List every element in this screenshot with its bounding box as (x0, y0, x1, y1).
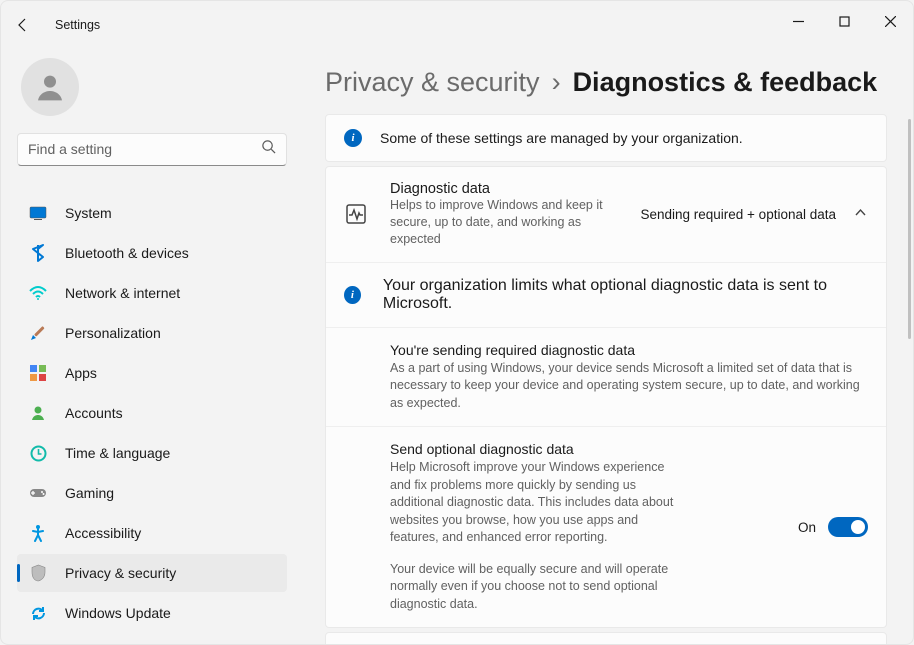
nav-label: Accessibility (65, 525, 141, 541)
search-icon (261, 139, 276, 159)
shield-icon (29, 564, 47, 582)
personalization-icon (29, 324, 47, 342)
inking-header[interactable]: Improve inking and typing Send optional … (326, 633, 886, 644)
optional-diagnostic-block: Send optional diagnostic data Help Micro… (326, 426, 886, 627)
nav-label: Privacy & security (65, 565, 176, 581)
required-diagnostic-block: You're sending required diagnostic data … (326, 327, 886, 427)
optional-desc: Help Microsoft improve your Windows expe… (390, 459, 675, 547)
nav-privacy[interactable]: Privacy & security (17, 554, 287, 592)
window-controls (775, 1, 913, 41)
nav-label: Network & internet (65, 285, 180, 301)
diagnostic-icon (344, 203, 368, 225)
page-title: Diagnostics & feedback (573, 67, 878, 98)
nav-label: Gaming (65, 485, 114, 501)
search-field[interactable] (28, 141, 253, 157)
org-limits-banner: i Your organization limits what optional… (326, 262, 886, 327)
window-title: Settings (55, 18, 100, 32)
maximize-button[interactable] (821, 1, 867, 41)
nav-time[interactable]: Time & language (17, 434, 287, 472)
time-icon (29, 444, 47, 462)
back-button[interactable] (15, 17, 43, 33)
nav-label: Apps (65, 365, 97, 381)
required-desc: As a part of using Windows, your device … (390, 360, 860, 413)
scrollbar[interactable] (908, 119, 911, 339)
breadcrumb: Privacy & security › Diagnostics & feedb… (325, 67, 887, 98)
diagnostic-desc: Helps to improve Windows and keep it sec… (390, 197, 618, 248)
info-icon: i (344, 129, 362, 147)
diagnostic-data-section: Diagnostic data Helps to improve Windows… (325, 166, 887, 628)
chevron-up-icon[interactable] (854, 206, 868, 222)
accessibility-icon (29, 524, 47, 542)
account-header[interactable] (17, 49, 287, 125)
nav-apps[interactable]: Apps (17, 354, 287, 392)
nav-label: Personalization (65, 325, 161, 341)
bluetooth-icon (29, 244, 47, 262)
nav-accounts[interactable]: Accounts (17, 394, 287, 432)
org-managed-banner: i Some of these settings are managed by … (325, 114, 887, 162)
nav-label: Bluetooth & devices (65, 245, 189, 261)
avatar (21, 58, 79, 116)
nav-label: Accounts (65, 405, 123, 421)
gaming-icon (29, 484, 47, 502)
diagnostic-status-row: Sending required + optional data (640, 206, 868, 222)
update-icon (29, 604, 47, 622)
diagnostic-status: Sending required + optional data (640, 207, 836, 222)
close-button[interactable] (867, 1, 913, 41)
search-input[interactable] (17, 133, 287, 166)
inking-section: Improve inking and typing Send optional … (325, 632, 887, 644)
diagnostic-data-header[interactable]: Diagnostic data Helps to improve Windows… (326, 167, 886, 262)
diagnostic-title: Diagnostic data (390, 181, 618, 197)
network-icon (29, 284, 47, 302)
required-title: You're sending required diagnostic data (390, 342, 868, 358)
nav-label: System (65, 205, 112, 221)
apps-icon (29, 364, 47, 382)
nav-gaming[interactable]: Gaming (17, 474, 287, 512)
minimize-button[interactable] (775, 1, 821, 41)
nav-list: System Bluetooth & devices Network & int… (17, 194, 287, 632)
nav-network[interactable]: Network & internet (17, 274, 287, 312)
nav-bluetooth[interactable]: Bluetooth & devices (17, 234, 287, 272)
org-managed-text: Some of these settings are managed by yo… (380, 130, 743, 146)
optional-state-label: On (798, 520, 816, 535)
org-limits-text: Your organization limits what optional d… (383, 277, 868, 313)
main-content: Privacy & security › Diagnostics & feedb… (299, 49, 913, 644)
nav-label: Windows Update (65, 605, 171, 621)
optional-toggle[interactable] (828, 517, 868, 537)
nav-update[interactable]: Windows Update (17, 594, 287, 632)
optional-title: Send optional diagnostic data (390, 441, 776, 457)
nav-accessibility[interactable]: Accessibility (17, 514, 287, 552)
system-icon (29, 204, 47, 222)
info-icon: i (344, 286, 361, 304)
nav-personalization[interactable]: Personalization (17, 314, 287, 352)
nav-system[interactable]: System (17, 194, 287, 232)
nav-label: Time & language (65, 445, 170, 461)
breadcrumb-parent[interactable]: Privacy & security (325, 67, 540, 98)
optional-desc2: Your device will be equally secure and w… (390, 561, 690, 614)
chevron-right-icon: › (552, 67, 561, 98)
sidebar: System Bluetooth & devices Network & int… (1, 49, 299, 644)
accounts-icon (29, 404, 47, 422)
